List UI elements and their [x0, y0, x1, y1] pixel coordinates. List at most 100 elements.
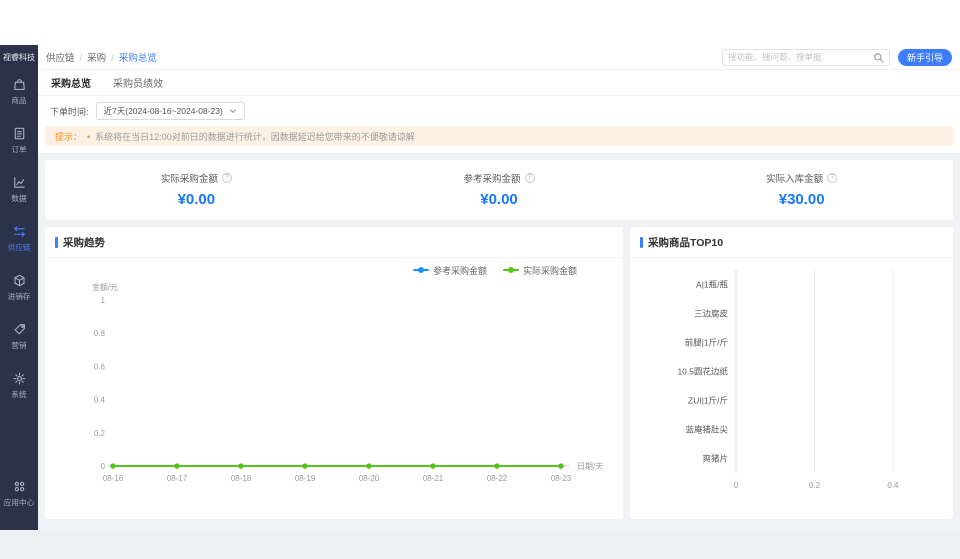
tab-purchaser-performance[interactable]: 采购员绩效 — [112, 71, 164, 94]
stat-value: ¥0.00 — [480, 191, 518, 208]
breadcrumb-purchase[interactable]: 采购 — [75, 50, 107, 64]
card-title: 采购趋势 — [63, 235, 105, 250]
stat-label: 参考采购金额 — [464, 171, 521, 185]
svg-text:08-18: 08-18 — [231, 474, 252, 483]
stat-value: ¥30.00 — [779, 191, 825, 208]
stat-value: ¥0.00 — [178, 191, 216, 208]
line-chart-icon — [12, 175, 27, 190]
svg-text:蓝庵猪肚尖: 蓝庵猪肚尖 — [685, 425, 728, 435]
supply-chain-arrows-icon — [12, 224, 27, 239]
sidebar-item-label: 进销存 — [8, 291, 31, 301]
svg-text:金额/元: 金额/元 — [92, 282, 118, 292]
svg-text:前腿|1斤/斤: 前腿|1斤/斤 — [685, 338, 728, 348]
sidebar-item-marketing[interactable]: 营销 — [0, 312, 38, 361]
topbar: 供应链 采购 采购总览 新手引导 — [38, 45, 960, 70]
title-accent-bar — [55, 237, 58, 248]
marketing-tag-icon — [12, 322, 27, 337]
svg-text:A|1瓶/瓶: A|1瓶/瓶 — [696, 280, 728, 290]
sidebar-item-label: 应用中心 — [4, 497, 34, 507]
svg-text:08-20: 08-20 — [359, 474, 380, 483]
legend-item-actual-amount[interactable]: 实际采购金额 — [503, 264, 577, 276]
svg-text:0.2: 0.2 — [94, 429, 106, 438]
purchase-trend-chart: 金额/元00.20.40.60.8108-1608-1708-1808-1908… — [55, 278, 611, 494]
title-accent-bar — [640, 237, 643, 248]
order-time-value: 近7天(2024-08-16~2024-08-23) — [104, 105, 223, 117]
sidebar-item-label: 供应链 — [8, 242, 31, 252]
svg-text:0.4: 0.4 — [94, 396, 106, 405]
app-grid-icon — [12, 479, 27, 494]
tabs: 采购总览 采购员绩效 — [38, 70, 960, 96]
sidebar-item-app-center[interactable]: 应用中心 — [0, 469, 38, 518]
card-title: 采购商品TOP10 — [648, 235, 723, 250]
breadcrumb-supply-chain[interactable]: 供应链 — [46, 50, 75, 64]
order-time-select[interactable]: 近7天(2024-08-16~2024-08-23) — [96, 102, 245, 120]
sidebar-item-system[interactable]: 系统 — [0, 361, 38, 410]
svg-text:0.6: 0.6 — [94, 362, 106, 371]
sidebar-item-orders[interactable]: 订单 — [0, 116, 38, 165]
gear-icon — [12, 371, 27, 386]
breadcrumb: 供应链 采购 采购总览 — [46, 50, 157, 64]
sidebar-item-goods[interactable]: 商品 — [0, 67, 38, 116]
notice-bar: 提示： 系统将在当日12:00对前日的数据进行统计，因数据延迟给您带来的不便敬请… — [45, 126, 953, 146]
stat-reference-purchase-amount: 参考采购金额 ¥0.00 — [348, 171, 651, 208]
stat-label: 实际入库金额 — [766, 171, 823, 185]
svg-text:08-19: 08-19 — [295, 474, 316, 483]
info-icon[interactable] — [525, 173, 535, 183]
page-header-block: 采购总览 采购员绩效 下单时间: 近7天(2024-08-16~2024-08-… — [38, 70, 960, 153]
svg-text:三边腐皮: 三边腐皮 — [694, 309, 729, 319]
order-time-label: 下单时间: — [50, 105, 89, 118]
purchase-trend-card: 采购趋势 参考采购金额实际采购金额 金额/元00.20.40.60.8108-1… — [45, 227, 623, 519]
svg-text:0: 0 — [101, 462, 106, 471]
sidebar-item-label: 系统 — [11, 389, 26, 399]
svg-text:0.8: 0.8 — [94, 329, 106, 338]
legend-marker-icon — [413, 266, 429, 274]
sidebar-item-label: 营销 — [11, 340, 26, 350]
sidebar-item-label: 数据 — [11, 193, 26, 203]
tab-purchase-overview[interactable]: 采购总览 — [50, 71, 92, 94]
guide-button[interactable]: 新手引导 — [898, 49, 952, 66]
svg-text:08-23: 08-23 — [551, 474, 572, 483]
svg-text:08-16: 08-16 — [103, 474, 124, 483]
svg-text:日期/天: 日期/天 — [577, 462, 603, 471]
svg-text:0: 0 — [734, 481, 739, 490]
card-header: 采购趋势 — [45, 227, 623, 258]
stat-label: 实际采购金额 — [161, 171, 218, 185]
sidebar-item-supply-chain[interactable]: 供应链 — [0, 214, 38, 263]
sidebar-item-inventory[interactable]: 进销存 — [0, 263, 38, 312]
sidebar-item-data[interactable]: 数据 — [0, 165, 38, 214]
app-logo: 视睿科技 — [2, 45, 36, 67]
goods-bag-icon — [12, 77, 27, 92]
info-icon[interactable] — [827, 173, 837, 183]
order-document-icon — [12, 126, 27, 141]
notice-prefix: 提示： — [55, 130, 82, 143]
app-window: 视睿科技 商品 订单 数据 — [0, 0, 960, 559]
sidebar-item-label: 商品 — [11, 95, 26, 105]
legend-label: 实际采购金额 — [523, 264, 577, 277]
legend-item-reference-amount[interactable]: 参考采购金额 — [413, 264, 487, 276]
svg-text:08-17: 08-17 — [167, 474, 188, 483]
legend-label: 参考采购金额 — [433, 264, 487, 277]
chevron-down-icon — [229, 107, 237, 115]
top-products-chart: 00.20.4A|1瓶/瓶三边腐皮前腿|1斤/斤10.5圆花边纸ZUI|1斤/斤… — [640, 260, 943, 500]
stat-actual-inbound-amount: 实际入库金额 ¥30.00 — [650, 171, 953, 208]
search-box[interactable] — [722, 49, 890, 66]
legend-marker-icon — [503, 266, 519, 274]
page-bottom-margin — [0, 530, 960, 559]
sidebar-nav: 商品 订单 数据 供应链 — [0, 67, 38, 410]
sidebar: 视睿科技 商品 订单 数据 — [0, 45, 38, 530]
inventory-cube-icon — [12, 273, 27, 288]
top-products-card: 采购商品TOP10 00.20.4A|1瓶/瓶三边腐皮前腿|1斤/斤10.5圆花… — [630, 227, 953, 519]
breadcrumb-current-page: 采购总览 — [106, 50, 157, 64]
main-content: 供应链 采购 采购总览 新手引导 采购总览 采购员绩效 下单时间: 近7天(20… — [38, 45, 960, 530]
svg-text:爽猪片: 爽猪片 — [702, 454, 728, 464]
stat-actual-purchase-amount: 实际采购金额 ¥0.00 — [45, 171, 348, 208]
svg-text:08-22: 08-22 — [487, 474, 508, 483]
chart-legend: 参考采购金额 实际采购金额 — [45, 258, 623, 276]
svg-text:0.4: 0.4 — [887, 481, 899, 490]
info-icon[interactable] — [222, 173, 232, 183]
svg-text:10.5圆花边纸: 10.5圆花边纸 — [677, 367, 728, 377]
card-header: 采购商品TOP10 — [630, 227, 953, 258]
svg-text:ZUI|1斤/斤: ZUI|1斤/斤 — [688, 396, 728, 406]
search-input[interactable] — [728, 52, 869, 62]
search-icon[interactable] — [873, 52, 884, 63]
